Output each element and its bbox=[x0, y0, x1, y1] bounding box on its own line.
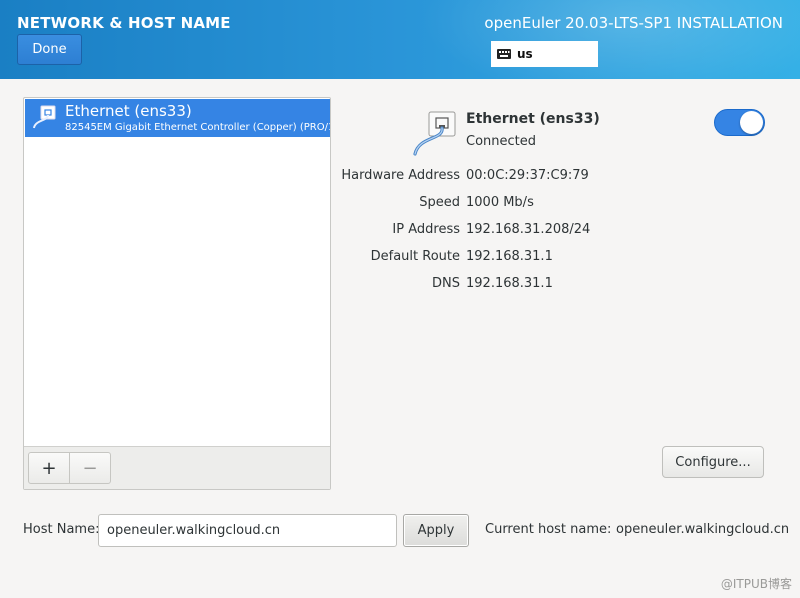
default-route-value: 192.168.31.1 bbox=[466, 249, 553, 264]
device-list-item[interactable]: Ethernet (ens33) 82545EM Gigabit Etherne… bbox=[25, 99, 330, 137]
keyboard-layout-indicator[interactable]: us bbox=[491, 41, 598, 67]
keyboard-layout-label: us bbox=[517, 47, 533, 61]
ethernet-icon bbox=[33, 105, 56, 129]
keyboard-icon bbox=[497, 49, 511, 59]
ethernet-icon bbox=[413, 111, 456, 156]
device-list-toolbar: + − bbox=[24, 446, 330, 489]
apply-button[interactable]: Apply bbox=[403, 514, 469, 547]
hardware-address-label: Hardware Address bbox=[341, 168, 460, 183]
speed-value: 1000 Mb/s bbox=[466, 195, 534, 210]
hostname-input[interactable] bbox=[98, 514, 397, 547]
device-description: 82545EM Gigabit Ethernet Controller (Cop… bbox=[65, 122, 330, 133]
hostname-label: Host Name: bbox=[23, 522, 100, 537]
spoke-title: NETWORK & HOST NAME bbox=[17, 14, 231, 32]
speed-label: Speed bbox=[419, 195, 460, 210]
ip-address-label: IP Address bbox=[392, 222, 460, 237]
ip-address-value: 192.168.31.208/24 bbox=[466, 222, 591, 237]
product-title: openEuler 20.03-LTS-SP1 INSTALLATION bbox=[484, 14, 783, 32]
watermark: @ITPUB博客 bbox=[720, 577, 792, 591]
connection-toggle[interactable] bbox=[714, 109, 765, 136]
remove-device-button[interactable]: − bbox=[69, 452, 111, 484]
device-list: Ethernet (ens33) 82545EM Gigabit Etherne… bbox=[23, 97, 331, 490]
spoke-header: NETWORK & HOST NAME Done openEuler 20.03… bbox=[0, 0, 800, 79]
connection-status: Connected bbox=[466, 134, 537, 149]
dns-value: 192.168.31.1 bbox=[466, 276, 553, 291]
current-hostname-label: Current host name: bbox=[485, 522, 612, 537]
hardware-address-value: 00:0C:29:37:C9:79 bbox=[466, 168, 589, 183]
add-device-button[interactable]: + bbox=[28, 452, 70, 484]
connection-name: Ethernet (ens33) bbox=[466, 111, 600, 127]
current-hostname-value: openeuler.walkingcloud.cn bbox=[616, 522, 790, 537]
done-button[interactable]: Done bbox=[17, 34, 82, 65]
dns-label: DNS bbox=[432, 276, 460, 291]
configure-button[interactable]: Configure... bbox=[662, 446, 764, 478]
header-decoration bbox=[420, 0, 800, 79]
toggle-knob bbox=[740, 111, 763, 134]
device-name: Ethernet (ens33) bbox=[65, 102, 192, 120]
default-route-label: Default Route bbox=[370, 249, 460, 264]
